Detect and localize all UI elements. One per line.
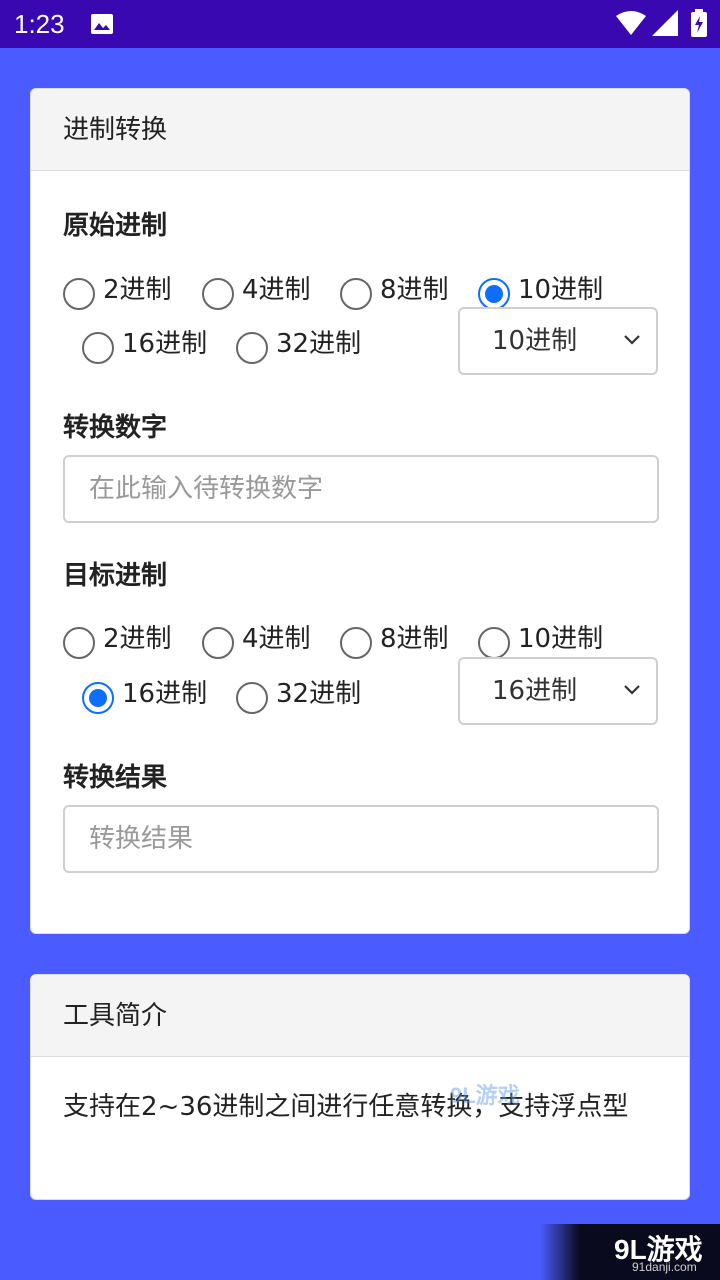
result-output[interactable] <box>63 805 659 873</box>
result-heading: 转换结果 <box>63 763 168 793</box>
radio-circle <box>202 278 234 310</box>
radio-circle <box>236 332 268 364</box>
status-time: 1:23 <box>14 9 65 39</box>
watermark-logo: 9L游戏 <box>450 1083 520 1108</box>
intro-text: 支持在2~36进制之间进行任意转换，支持浮点型 <box>63 1092 629 1122</box>
source-radio-8[interactable]: 8进制 <box>340 273 449 310</box>
select-value: 16进制 <box>492 676 578 706</box>
source-base-heading: 原始进制 <box>63 211 168 241</box>
radio-label: 32进制 <box>276 678 362 709</box>
target-radio-16[interactable]: 16进制 <box>82 677 207 714</box>
radio-circle <box>340 278 372 310</box>
radio-circle <box>82 332 114 364</box>
source-radio-10[interactable]: 10进制 <box>478 273 603 310</box>
radio-label: 16进制 <box>122 328 208 359</box>
radio-label: 8进制 <box>380 623 449 654</box>
signal-icon <box>652 10 678 36</box>
target-radio-32[interactable]: 32进制 <box>236 677 361 714</box>
source-radio-2[interactable]: 2进制 <box>63 273 172 310</box>
image-icon <box>91 14 113 34</box>
radio-label: 32进制 <box>276 328 362 359</box>
radio-label: 10进制 <box>518 274 604 305</box>
radio-label: 2进制 <box>103 274 172 305</box>
chevron-down-icon <box>624 335 640 345</box>
target-radio-4[interactable]: 4进制 <box>202 622 311 659</box>
chevron-down-icon <box>624 685 640 695</box>
radio-label: 8进制 <box>380 274 449 305</box>
intro-card: 工具简介 支持在2~36进制之间进行任意转换，支持浮点型 <box>30 974 690 1200</box>
target-radio-10[interactable]: 10进制 <box>478 622 603 659</box>
target-base-heading: 目标进制 <box>63 561 168 591</box>
radio-circle <box>236 682 268 714</box>
source-radio-32[interactable]: 32进制 <box>236 327 361 364</box>
radio-circle <box>63 627 95 659</box>
status-bar: 1:23 <box>0 0 720 48</box>
converter-card: 进制转换 原始进制 2进制 4进制 8进制 10进制 16进制 32进制 10进… <box>30 88 690 934</box>
radio-label: 16进制 <box>122 678 208 709</box>
radio-label: 10进制 <box>518 623 604 654</box>
radio-circle-checked <box>82 682 114 714</box>
radio-circle <box>63 278 95 310</box>
radio-label: 2进制 <box>103 623 172 654</box>
target-radio-2[interactable]: 2进制 <box>63 622 172 659</box>
number-input[interactable] <box>63 455 659 523</box>
radio-circle <box>340 627 372 659</box>
target-base-select[interactable]: 16进制 <box>458 657 658 725</box>
target-radio-8[interactable]: 8进制 <box>340 622 449 659</box>
number-heading: 转换数字 <box>63 413 168 443</box>
select-value: 10进制 <box>492 326 578 356</box>
source-radio-16[interactable]: 16进制 <box>82 327 207 364</box>
converter-title: 进制转换 <box>31 89 689 171</box>
corner-watermark-url: 91danji.com <box>632 1260 697 1274</box>
radio-label: 4进制 <box>242 623 311 654</box>
battery-icon <box>691 9 707 37</box>
radio-circle <box>202 627 234 659</box>
corner-watermark: 9L游戏 91danji.com <box>540 1224 720 1280</box>
wifi-icon <box>616 11 646 35</box>
radio-circle <box>478 627 510 659</box>
radio-circle-checked <box>478 278 510 310</box>
radio-label: 4进制 <box>242 274 311 305</box>
intro-title: 工具简介 <box>31 975 689 1057</box>
source-radio-4[interactable]: 4进制 <box>202 273 311 310</box>
source-base-select[interactable]: 10进制 <box>458 307 658 375</box>
